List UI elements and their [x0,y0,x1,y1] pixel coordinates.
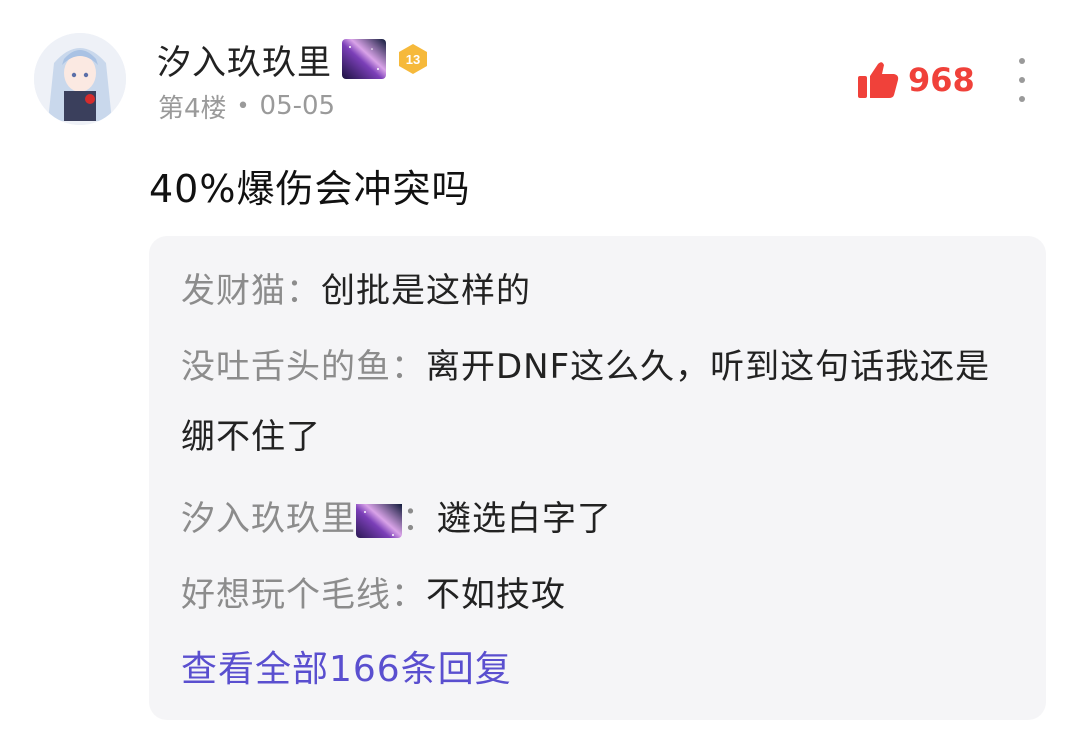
like-button[interactable]: 968 [856,56,975,104]
view-all-replies-link[interactable]: 查看全部166条回复 [181,640,512,692]
galaxy-badge-icon [356,498,402,538]
post-content: 40%爆伤会冲突吗 [149,167,471,211]
more-options-button[interactable] [1010,58,1034,102]
separator-dot: • [236,93,250,119]
reply-author[interactable]: 汐入玖玖里 [181,499,356,539]
reply-item[interactable]: 好想玩个毛线：不如技攻 [181,560,1021,630]
more-vertical-icon [1019,58,1025,64]
reply-text: 不如技攻 [426,575,566,615]
thumbs-up-icon [858,62,899,98]
reply-item[interactable]: 没吐舌头的鱼：离开DNF这么久，听到这句话我还是绷不住了 [181,332,1021,472]
replies-panel: 发财猫：创批是这样的 没吐舌头的鱼：离开DNF这么久，听到这句话我还是绷不住了 … [149,236,1046,720]
post-header: 汐入玖玖里 13 [157,34,430,84]
post-meta: 第4楼 • 05-05 [158,88,335,124]
reply-author[interactable]: 发财猫： [181,271,321,311]
like-count: 968 [908,61,975,99]
username[interactable]: 汐入玖玖里 [157,35,332,84]
galaxy-badge-icon [342,39,386,79]
reply-text: 遴选白字了 [437,499,612,539]
reply-item[interactable]: 发财猫：创批是这样的 [181,256,1021,326]
reply-author[interactable]: 好想玩个毛线： [181,575,426,615]
reply-author[interactable]: 没吐舌头的鱼： [181,347,426,387]
post-date: 05-05 [259,91,336,121]
reply-text: 创批是这样的 [321,271,531,311]
level-badge-icon: 13 [396,42,430,76]
level-number: 13 [406,52,420,67]
reply-author-separator: ： [402,499,437,539]
floor-number: 第4楼 [158,93,227,124]
reply-item[interactable]: 汐入玖玖里 ：遴选白字了 [181,484,1021,554]
user-avatar[interactable] [34,33,126,125]
